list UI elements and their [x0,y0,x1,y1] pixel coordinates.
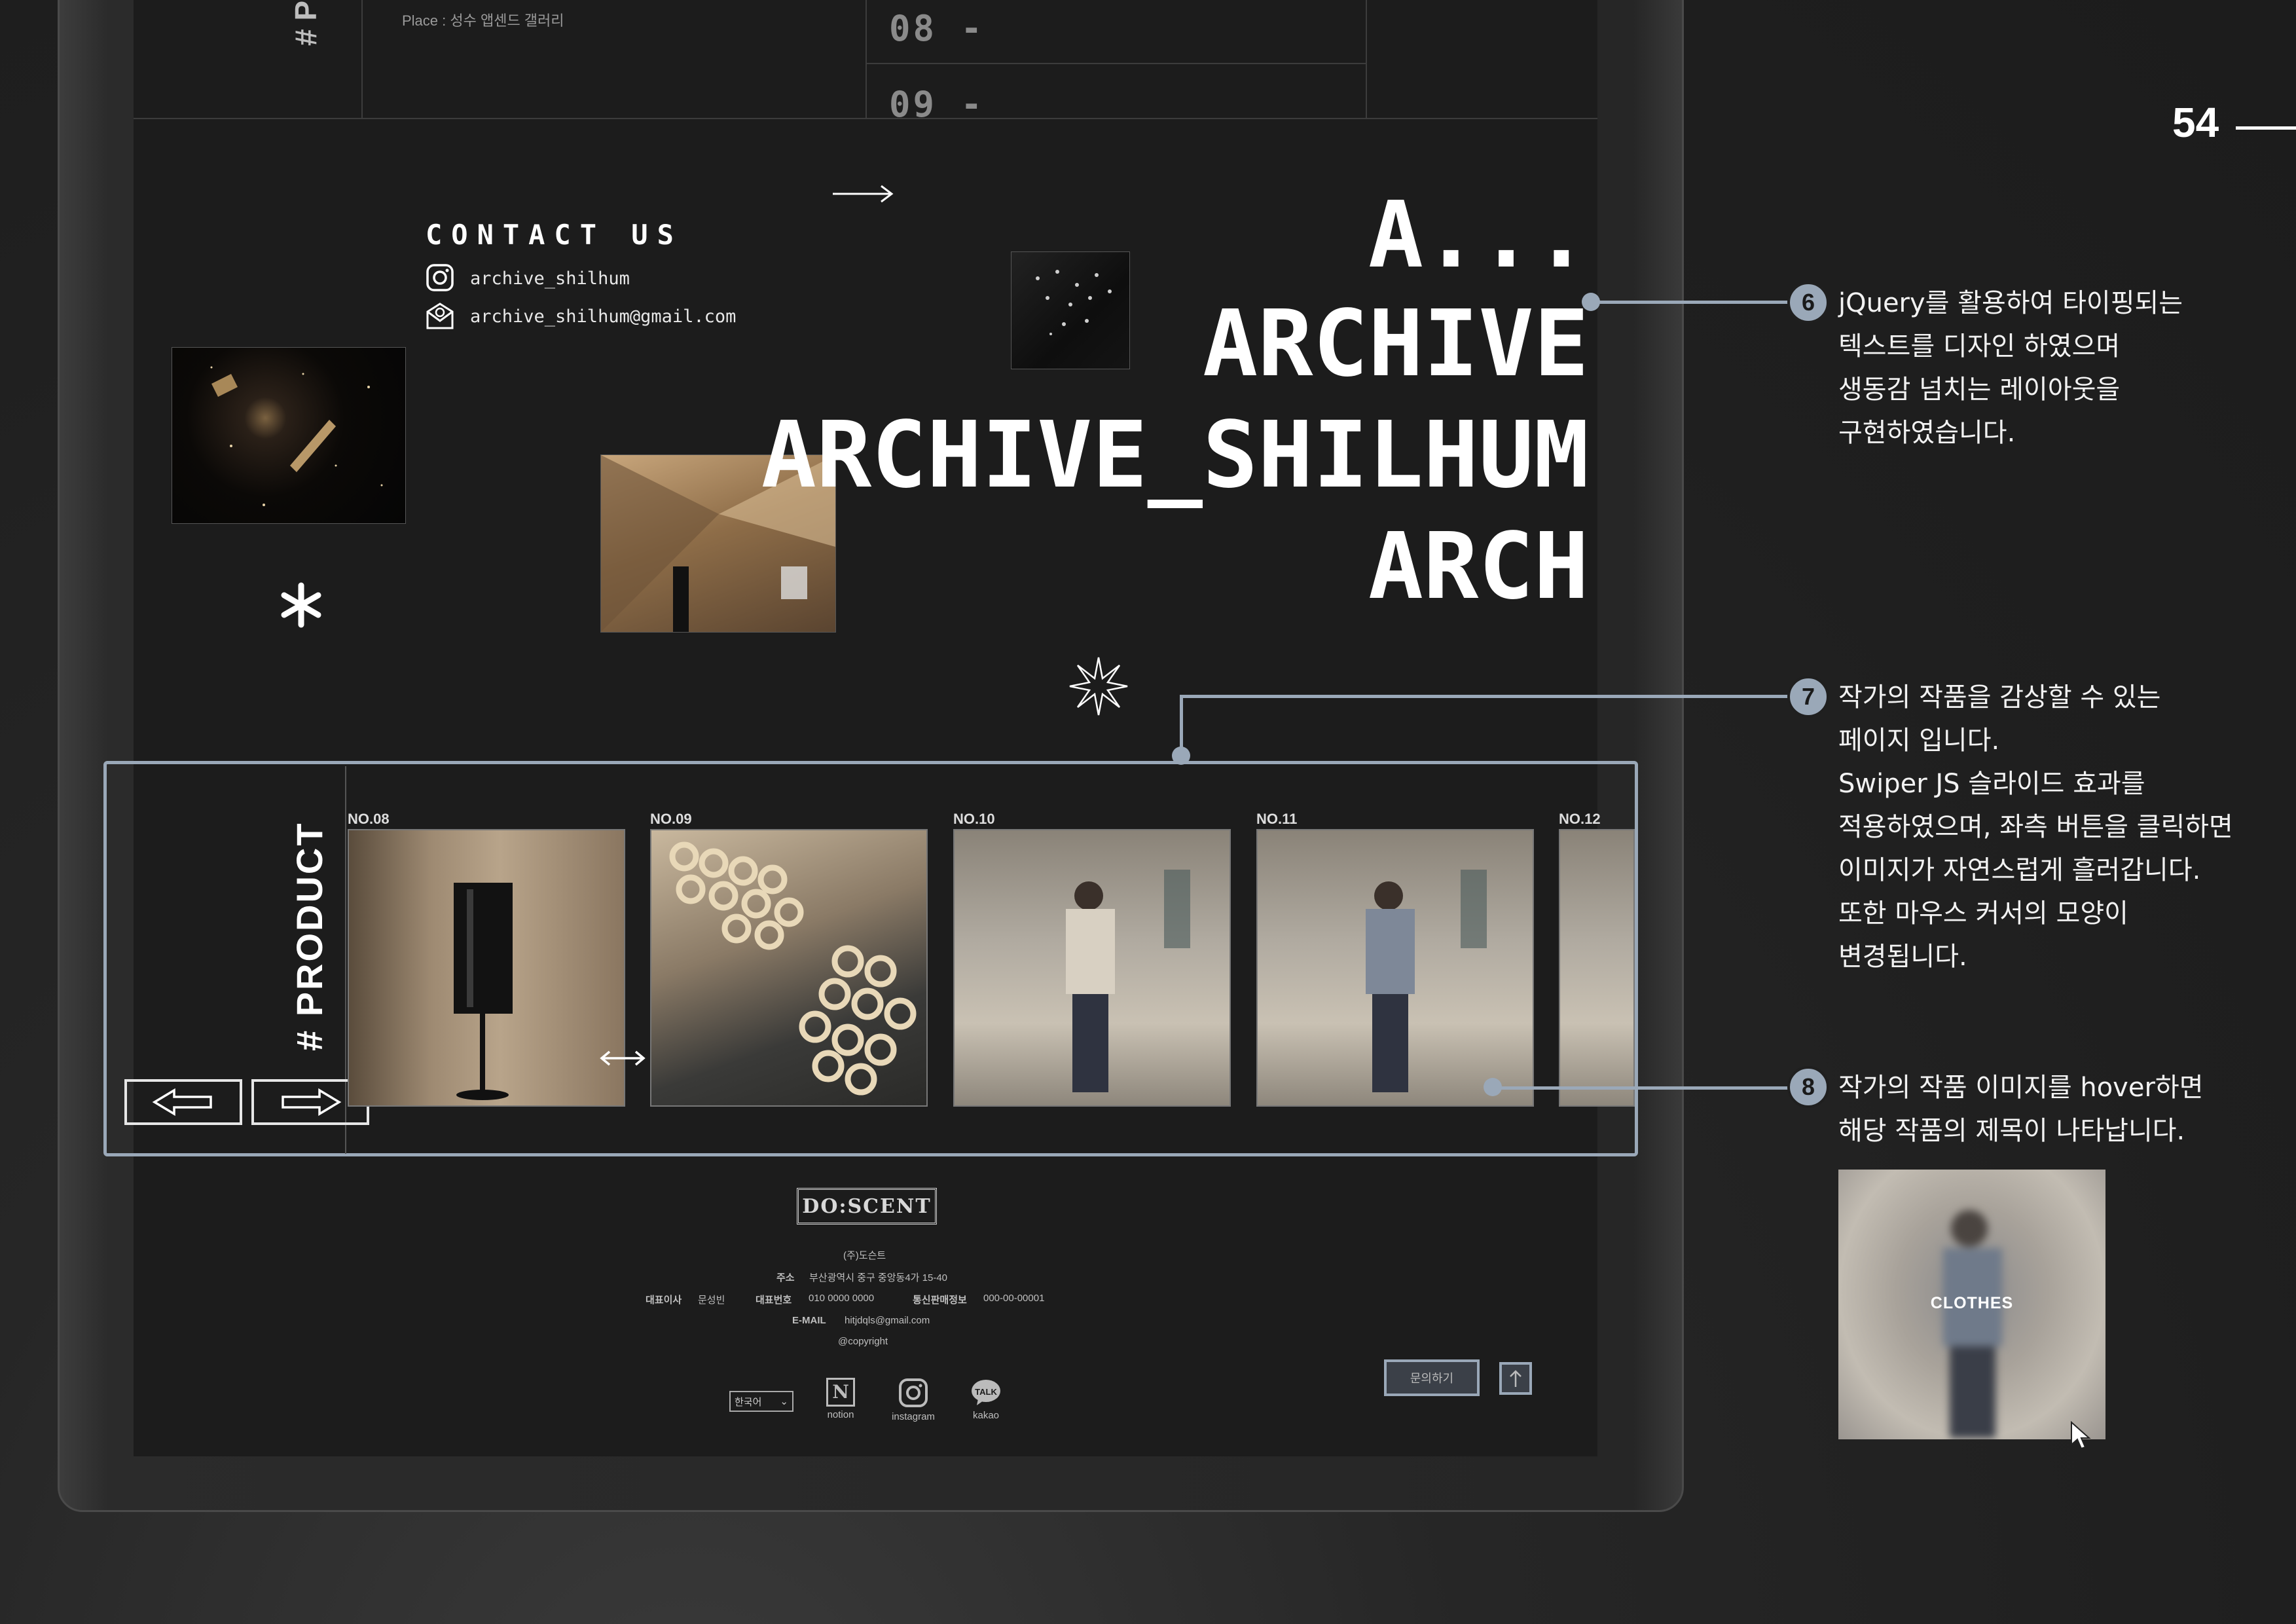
connector-6 [1591,301,1791,304]
mail-icon[interactable] [426,301,454,333]
cube-photo [1011,251,1130,369]
product-label: NO.10 [953,811,995,827]
svg-text:TALK: TALK [975,1387,997,1397]
product-title: # PRODUCT [289,821,330,1051]
hover-caption: CLOTHES [1930,1294,2014,1312]
address-label: 주소 [776,1272,795,1283]
footer-email[interactable]: hitjdqls@gmail.com [845,1315,930,1326]
product-card[interactable] [348,829,625,1107]
instagram-link[interactable]: archive_shilhum [470,268,630,289]
divider [361,0,363,118]
connector-8 [1499,1086,1791,1090]
hero-text-line: A... [1368,182,1589,289]
arrow-up-icon [1510,1370,1522,1387]
prev-button[interactable] [124,1079,242,1125]
notion-icon: N [826,1378,855,1407]
hero-text-line: ARCH [1368,513,1589,620]
product-label: NO.09 [650,811,692,827]
mouse-cursor-icon [2069,1420,2092,1454]
section-hash-label: # PR [289,0,323,46]
arrow-right-icon [831,181,894,210]
biz-label: 통신판매정보 [913,1295,967,1306]
ceo-label: 대표이사 [646,1295,682,1306]
instagram-icon [899,1378,928,1407]
divider [1366,0,1367,118]
copyright: @copyright [838,1336,888,1347]
arrow-right-icon [282,1088,342,1116]
divider [866,63,1367,64]
product-card[interactable] [1256,829,1534,1107]
product-card[interactable] [650,829,928,1107]
annotation-badge-8: 8 [1787,1066,1829,1108]
address: 부산광역시 중구 중앙동4가 15-40 [809,1272,948,1283]
connector-7-h [1180,695,1791,698]
footer-logo[interactable]: DO:SCENT [797,1188,937,1225]
product-label: NO.12 [1559,811,1601,827]
arrow-left-icon [152,1088,212,1116]
annotation-7: 작가의 작품을 감상할 수 있는 페이지 입니다. Swiper JS 슬라이드 효… [1838,682,2233,972]
email-link[interactable]: archive_shilhum@gmail.com [470,306,736,327]
connector-dot [1582,293,1600,311]
product-card[interactable] [953,829,1231,1107]
product-label: NO.11 [1256,811,1298,827]
language-select[interactable]: 한국어 ⌄ [729,1391,793,1412]
schedule-row: 08 - [889,8,985,49]
kakao-icon: TALK [972,1380,1000,1405]
company-name: (주)도슨트 [843,1250,886,1261]
hover-preview: CLOTHES [1838,1170,2105,1439]
instagram-social-link[interactable]: instagram [884,1378,943,1422]
sparkle-icon [1068,656,1129,720]
phone: 010 0000 0000 [809,1293,875,1304]
space-photo [172,347,406,524]
hero-text-line: ARCHIVE [1202,291,1589,397]
kakao-link[interactable]: TALK kakao [965,1378,1007,1421]
email-label: E-MAIL [792,1315,826,1326]
divider [866,0,867,118]
annotation-8: 작가의 작품 이미지를 hover하면 해당 작품의 제목이 나타납니다. [1838,1073,2204,1146]
annotation-6: jQuery를 활용하여 타이핑되는 텍스트를 디자인 하였으며 생동감 넘치는 레… [1838,288,2183,448]
notion-link[interactable]: N notion [822,1378,859,1420]
inquiry-button[interactable]: 문의하기 [1384,1359,1480,1396]
ceo: 문성빈 [698,1295,725,1306]
contact-title: CONTACT US [426,219,683,251]
scroll-top-button[interactable] [1499,1362,1532,1395]
place-text: Place : 성수 앱센드 갤러리 [402,12,564,29]
product-card[interactable] [1559,829,1635,1107]
page-number: 54 [2172,99,2219,146]
chevron-down-icon: ⌄ [780,1396,788,1407]
hero-text-line: ARCHIVE_SHILHUM [761,402,1589,509]
annotation-badge-7: 7 [1787,676,1829,718]
schedule-row: 09 - [889,84,985,125]
asterisk-icon [278,581,325,632]
connector-dot [1484,1078,1502,1096]
annotation-badge-6: 6 [1787,282,1829,323]
connector-dot [1172,747,1190,765]
instagram-icon[interactable] [426,263,454,295]
product-label: NO.08 [348,811,390,827]
biz-number: 000-00-00001 [983,1293,1045,1304]
page-number-rule [2236,126,2296,130]
phone-label: 대표번호 [756,1295,792,1306]
drag-cursor-icon [599,1048,646,1072]
